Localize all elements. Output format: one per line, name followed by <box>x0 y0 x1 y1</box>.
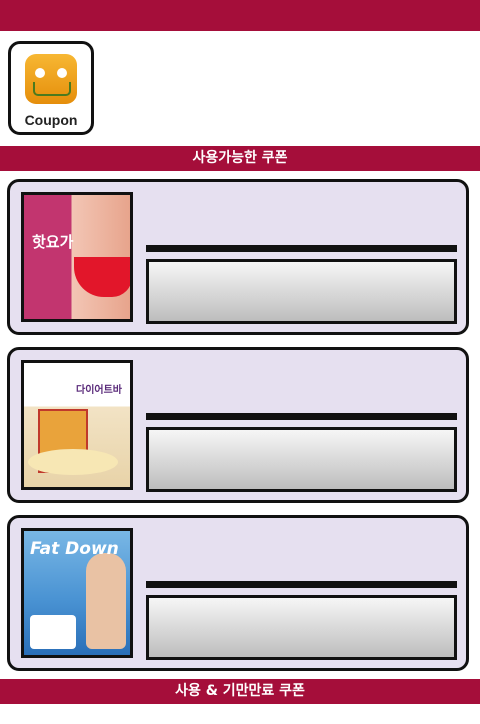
coupon-icon-label: Coupon <box>24 112 78 128</box>
coupon-image-text: Fat Down <box>30 539 119 559</box>
coupon-detail-box[interactable] <box>146 427 457 492</box>
coupon-detail-box[interactable] <box>146 259 457 324</box>
coupon-card[interactable]: 핫요가 <box>7 179 469 335</box>
diet-bar-ad-image[interactable]: 다이어트바 <box>21 360 133 490</box>
coupon-card[interactable]: Fat Down <box>7 515 469 671</box>
coupon-image-text: 다이어트바 <box>76 385 122 396</box>
available-coupons-header: 사용가능한 쿠폰 <box>0 146 480 171</box>
fatdown-ad-image[interactable]: Fat Down <box>21 528 133 658</box>
coupon-app-icon[interactable]: Coupon <box>8 41 94 135</box>
coupon-cart-icon <box>25 54 77 104</box>
coupon-card[interactable]: 다이어트바 <box>7 347 469 503</box>
coupon-divider <box>146 581 457 588</box>
coupon-image-text: 핫요가 <box>32 233 74 251</box>
coupon-detail-box[interactable] <box>146 595 457 660</box>
coupon-divider <box>146 413 457 420</box>
hot-yoga-ad-image[interactable]: 핫요가 <box>21 192 133 322</box>
used-expired-coupons-header: 사용 & 기만만료 쿠폰 <box>0 679 480 704</box>
coupon-divider <box>146 245 457 252</box>
top-bar <box>0 0 480 31</box>
